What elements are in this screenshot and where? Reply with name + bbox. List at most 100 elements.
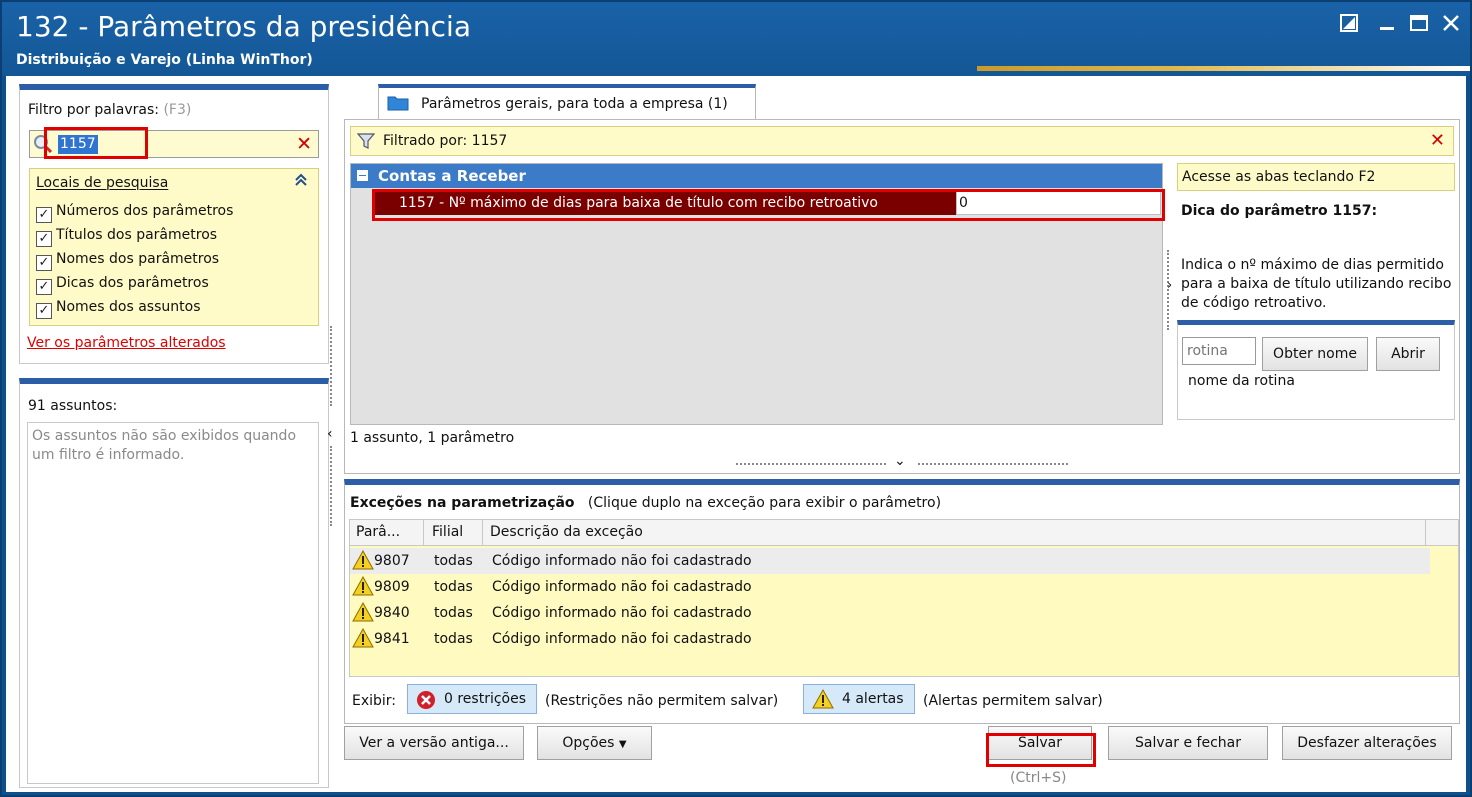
restore-icon[interactable]	[1336, 12, 1362, 38]
checkbox-icon[interactable]: ✓	[36, 279, 52, 295]
splitter-grip[interactable]	[330, 446, 336, 526]
warning-icon	[812, 688, 834, 713]
restrictions-button[interactable]: 0 restrições	[407, 684, 537, 714]
undo-changes-button[interactable]: Desfazer alterações	[1282, 726, 1452, 760]
splitter-grip[interactable]	[330, 326, 336, 406]
title-accent-bar	[977, 66, 1470, 71]
error-icon	[416, 690, 436, 714]
dropdown-arrow-icon: ▼	[618, 739, 627, 750]
checkbox-icon[interactable]: ✓	[36, 231, 52, 247]
row-filial: todas	[434, 553, 473, 569]
table-row[interactable]: 9807 todas Código informado não foi cada…	[350, 548, 1430, 574]
window-title: 132 - Parâmetros da presidência	[16, 10, 471, 43]
get-name-button[interactable]: Obter nome	[1262, 337, 1368, 371]
options-label: Opções	[562, 735, 615, 751]
window-subtitle: Distribuição e Varejo (Linha WinThor)	[16, 52, 313, 68]
open-button[interactable]: Abrir	[1376, 337, 1440, 371]
subjects-count: 91 assuntos:	[28, 398, 118, 414]
warning-icon	[352, 601, 374, 622]
clear-filter-icon[interactable]: ✕	[1430, 130, 1445, 151]
clear-search-icon[interactable]: ✕	[296, 133, 312, 155]
old-version-button[interactable]: Ver a versão antiga...	[344, 726, 524, 760]
filter-panel: Filtro por palavras: (F3) 1157 ✕ Locais …	[19, 84, 329, 364]
save-shortcut: (Ctrl+S)	[1010, 770, 1067, 786]
exceptions-panel: Exceções na parametrização (Clique duplo…	[344, 479, 1460, 724]
main-window: 132 - Parâmetros da presidência Distribu…	[0, 0, 1472, 797]
tab-general-params[interactable]: Parâmetros gerais, para toda a empresa (…	[378, 84, 756, 120]
restrictions-note: (Restrições não permitem salvar)	[545, 693, 779, 709]
exibir-label: Exibir:	[352, 693, 397, 709]
changed-params-link[interactable]: Ver os parâmetros alterados	[27, 335, 226, 351]
minimize-icon[interactable]	[1374, 12, 1400, 38]
chevron-left-icon[interactable]: ‹	[327, 426, 333, 442]
row-description: Código informado não foi cadastrado	[492, 605, 752, 621]
filtered-bar: Filtrado por: 1157 ✕	[350, 126, 1454, 156]
highlight-search	[44, 127, 148, 159]
filter-label: Filtro por palavras: (F3)	[28, 102, 191, 118]
warning-icon	[352, 627, 374, 648]
routine-panel: Obter nome Abrir nome da rotina	[1177, 320, 1455, 420]
splitter-grip[interactable]	[918, 463, 1068, 465]
table-row[interactable]: 9840 todas Código informado não foi cada…	[350, 600, 1430, 626]
checkbox-icon[interactable]: ✓	[36, 207, 52, 223]
main-panel: Parâmetros gerais, para toda a empresa (…	[344, 84, 1460, 724]
table-row[interactable]: 9841 todas Código informado não foi cada…	[350, 626, 1430, 652]
checkbox-param-names[interactable]: ✓ Nomes dos parâmetros	[36, 251, 219, 273]
checkbox-label: Nomes dos parâmetros	[56, 251, 220, 267]
chevron-down-icon[interactable]: ⌄	[894, 453, 906, 469]
funnel-icon	[356, 132, 376, 150]
vertical-splitter[interactable]: ‹	[327, 326, 337, 546]
row-param: 9807	[374, 553, 410, 569]
row-description: Código informado não foi cadastrado	[492, 631, 752, 647]
checkbox-label: Nomes dos assuntos	[56, 299, 201, 315]
checkbox-icon[interactable]: ✓	[36, 303, 52, 319]
checkbox-param-numbers[interactable]: ✓ Números dos parâmetros	[36, 203, 233, 225]
routine-hint: nome da rotina	[1188, 373, 1295, 389]
folder-icon	[387, 95, 409, 111]
checkbox-label: Títulos dos parâmetros	[56, 227, 218, 243]
title-bar[interactable]: 132 - Parâmetros da presidência Distribu…	[2, 2, 1470, 76]
horizontal-splitter[interactable]: ⌄	[736, 453, 1070, 470]
close-icon[interactable]	[1438, 12, 1464, 38]
subjects-panel: 91 assuntos: Os assuntos não são exibido…	[19, 378, 329, 788]
row-param: 9809	[374, 579, 410, 595]
checkbox-param-tips[interactable]: ✓ Dicas dos parâmetros	[36, 275, 209, 297]
search-locations-title: Locais de pesquisa	[36, 175, 169, 191]
maximize-icon[interactable]	[1406, 12, 1432, 38]
exceptions-title-text: Exceções na parametrização	[350, 495, 575, 511]
alerts-button[interactable]: 4 alertas	[803, 684, 915, 714]
filtered-text: Filtrado por: 1157	[383, 133, 508, 149]
exceptions-subtitle: (Clique duplo na exceção para exibir o p…	[587, 495, 942, 511]
routine-input[interactable]	[1182, 337, 1256, 365]
side-splitter[interactable]: ›	[1165, 250, 1175, 330]
row-filial: todas	[434, 631, 473, 647]
chevron-right-icon[interactable]: ›	[1167, 278, 1172, 293]
splitter-grip[interactable]	[736, 463, 886, 465]
subjects-list[interactable]: Os assuntos não são exibidos quando um f…	[27, 422, 319, 784]
save-close-button[interactable]: Salvar e fechar	[1108, 726, 1268, 760]
alerts-note: (Alertas permitem salvar)	[923, 693, 1103, 709]
options-button[interactable]: Opções ▼	[537, 726, 652, 760]
client-area: Filtro por palavras: (F3) 1157 ✕ Locais …	[6, 76, 1466, 792]
exceptions-table-header: Parâ... Filial Descrição da exceção	[350, 520, 1458, 546]
row-filial: todas	[434, 579, 473, 595]
checkbox-label: Números dos parâmetros	[56, 203, 234, 219]
group-row-contas-receber[interactable]: Contas a Receber	[351, 164, 1162, 188]
collapse-icon[interactable]	[294, 173, 308, 191]
row-param: 9840	[374, 605, 410, 621]
col-description[interactable]: Descrição da exceção	[490, 524, 643, 540]
row-filial: todas	[434, 605, 473, 621]
filter-shortcut: (F3)	[163, 102, 192, 118]
warning-icon	[352, 575, 374, 596]
checkbox-param-titles[interactable]: ✓ Títulos dos parâmetros	[36, 227, 217, 249]
col-param[interactable]: Parâ...	[356, 524, 400, 540]
collapse-group-icon[interactable]	[357, 170, 368, 181]
highlight-save	[986, 733, 1096, 767]
checkbox-subject-names[interactable]: ✓ Nomes dos assuntos	[36, 299, 201, 321]
group-label: Contas a Receber	[378, 167, 526, 185]
checkbox-icon[interactable]: ✓	[36, 255, 52, 271]
tabs-hint: Acesse as abas teclando F2	[1177, 163, 1455, 191]
exceptions-table[interactable]: Parâ... Filial Descrição da exceção 9807…	[349, 519, 1459, 677]
col-filial[interactable]: Filial	[432, 524, 463, 540]
table-row[interactable]: 9809 todas Código informado não foi cada…	[350, 574, 1430, 600]
